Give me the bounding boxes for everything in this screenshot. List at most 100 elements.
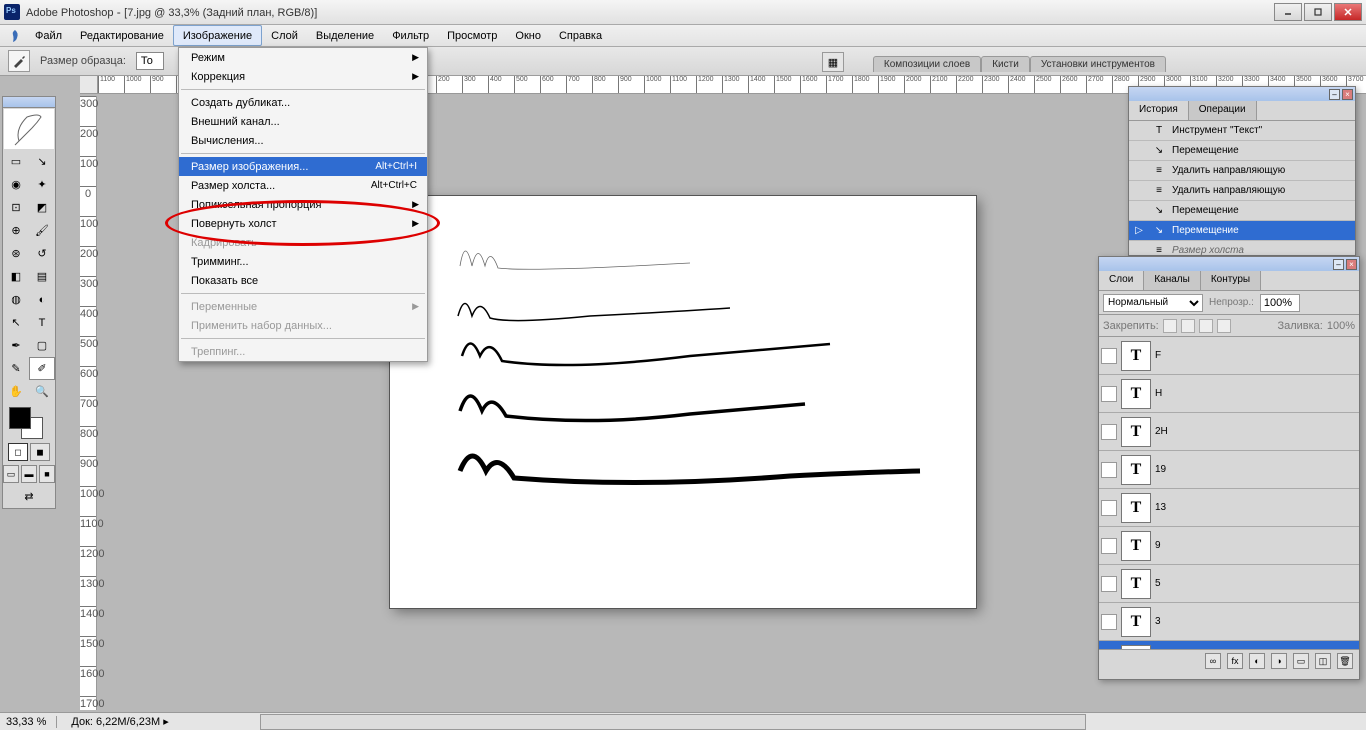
menu-фильтр[interactable]: Фильтр <box>383 25 438 46</box>
layer-mask-icon[interactable]: ◐ <box>1249 653 1265 669</box>
new-layer-icon[interactable]: ◫ <box>1315 653 1331 669</box>
tab-channels[interactable]: Каналы <box>1144 271 1201 290</box>
menu-item[interactable]: Вычисления... <box>179 131 427 150</box>
layer-thumbnail[interactable] <box>1121 645 1151 650</box>
quickmask-mode-icon[interactable]: ◼ <box>30 443 50 461</box>
photoshop-logo-icon[interactable] <box>4 25 26 47</box>
visibility-toggle-icon[interactable] <box>1101 500 1117 516</box>
lock-all-icon[interactable] <box>1217 319 1231 333</box>
tool-brush[interactable]: 🖌 <box>29 219 55 242</box>
tab-actions[interactable]: Операции <box>1189 101 1257 120</box>
tool-pen[interactable]: ✒ <box>3 334 29 357</box>
layer-thumbnail[interactable]: T <box>1121 341 1151 371</box>
layer-row[interactable]: TF <box>1099 337 1359 375</box>
menu-item[interactable]: Тримминг... <box>179 252 427 271</box>
tool-hand[interactable]: ✋ <box>3 380 29 403</box>
layer-row[interactable]: T2H <box>1099 413 1359 451</box>
history-row[interactable]: ↘Перемещение <box>1129 201 1355 221</box>
new-group-icon[interactable]: ▭ <box>1293 653 1309 669</box>
history-row[interactable]: ↘Перемещение <box>1129 141 1355 161</box>
tab-layer-comps[interactable]: Композиции слоев <box>873 56 981 72</box>
visibility-toggle-icon[interactable] <box>1101 348 1117 364</box>
layer-name[interactable]: 9 <box>1155 540 1357 551</box>
menu-файл[interactable]: Файл <box>26 25 71 46</box>
visibility-toggle-icon[interactable] <box>1101 386 1117 402</box>
layer-thumbnail[interactable]: T <box>1121 455 1151 485</box>
opacity-field[interactable]: 100% <box>1260 294 1300 312</box>
menu-выделение[interactable]: Выделение <box>307 25 383 46</box>
layer-thumbnail[interactable]: T <box>1121 493 1151 523</box>
menu-item[interactable]: Режим▶ <box>179 48 427 67</box>
tool-eyedropper[interactable]: ✐ <box>29 357 55 380</box>
tab-tool-presets[interactable]: Установки инструментов <box>1030 56 1166 72</box>
tool-lasso[interactable]: ◉ <box>3 173 29 196</box>
layer-style-icon[interactable]: fx <box>1227 653 1243 669</box>
tool-stamp[interactable]: ⊛ <box>3 242 29 265</box>
eyedropper-preview-icon[interactable] <box>8 50 30 72</box>
menu-item[interactable]: Внешний канал... <box>179 112 427 131</box>
menu-item[interactable]: Размер изображения...Alt+Ctrl+I <box>179 157 427 176</box>
panel-minimize-icon[interactable]: – <box>1333 259 1344 270</box>
menu-item[interactable]: Попиксельная пропорция▶ <box>179 195 427 214</box>
layer-name[interactable]: 3 <box>1155 616 1357 627</box>
tool-dodge[interactable]: ◐ <box>29 288 55 311</box>
layers-panel-head[interactable]: – × <box>1099 257 1359 271</box>
layer-name[interactable]: F <box>1155 350 1357 361</box>
tool-notes[interactable]: ✎ <box>3 357 29 380</box>
menu-item[interactable]: Создать дубликат... <box>179 93 427 112</box>
lock-position-icon[interactable] <box>1199 319 1213 333</box>
layer-thumbnail[interactable]: T <box>1121 607 1151 637</box>
menu-item[interactable]: Повернуть холст▶ <box>179 214 427 233</box>
link-layers-icon[interactable]: ∞ <box>1205 653 1221 669</box>
tab-layers[interactable]: Слои <box>1099 271 1144 290</box>
maximize-button[interactable] <box>1304 3 1332 21</box>
menu-item[interactable]: Коррекция▶ <box>179 67 427 86</box>
history-row[interactable]: ≡Удалить направляющую <box>1129 181 1355 201</box>
menu-справка[interactable]: Справка <box>550 25 611 46</box>
delete-layer-icon[interactable]: 🗑 <box>1337 653 1353 669</box>
visibility-toggle-icon[interactable] <box>1101 424 1117 440</box>
menu-окно[interactable]: Окно <box>506 25 550 46</box>
tool-healing[interactable]: ⊕ <box>3 219 29 242</box>
tool-marquee[interactable]: ▭ <box>3 150 29 173</box>
menu-item[interactable]: Размер холста...Alt+Ctrl+C <box>179 176 427 195</box>
layer-row[interactable]: T9 <box>1099 527 1359 565</box>
layer-name[interactable]: 2H <box>1155 426 1357 437</box>
tool-zoom[interactable]: 🔍 <box>29 380 55 403</box>
layer-row[interactable]: T 13 <box>1099 489 1359 527</box>
panel-close-icon[interactable]: × <box>1346 259 1357 270</box>
sample-size-combo[interactable]: То <box>136 52 164 70</box>
tool-shape[interactable]: ▢ <box>29 334 55 357</box>
menu-слой[interactable]: Слой <box>262 25 307 46</box>
menu-просмотр[interactable]: Просмотр <box>438 25 506 46</box>
tab-history[interactable]: История <box>1129 101 1189 120</box>
color-swatches[interactable] <box>3 403 55 441</box>
tool-type[interactable]: T <box>29 311 55 334</box>
layer-name[interactable]: 13 <box>1155 502 1357 513</box>
screen-full-icon[interactable]: ■ <box>39 465 55 483</box>
layer-thumbnail[interactable]: T <box>1121 379 1151 409</box>
tab-brushes[interactable]: Кисти <box>981 56 1030 72</box>
history-row[interactable]: ≡Удалить направляющую <box>1129 161 1355 181</box>
palette-well-icon[interactable]: ▦ <box>822 52 844 72</box>
lock-transparency-icon[interactable] <box>1163 319 1177 333</box>
toolbox-grip[interactable] <box>3 97 55 108</box>
visibility-toggle-icon[interactable] <box>1101 538 1117 554</box>
layer-thumbnail[interactable]: T <box>1121 569 1151 599</box>
visibility-toggle-icon[interactable] <box>1101 614 1117 630</box>
standard-mode-icon[interactable]: ◻ <box>8 443 28 461</box>
tool-history-brush[interactable]: ↺ <box>29 242 55 265</box>
tool-move[interactable]: ↘ <box>29 150 55 173</box>
fg-color-swatch[interactable] <box>9 407 31 429</box>
tab-paths[interactable]: Контуры <box>1201 271 1261 290</box>
tool-gradient[interactable]: ▤ <box>29 265 55 288</box>
menu-редактирование[interactable]: Редактирование <box>71 25 173 46</box>
tool-crop[interactable]: ⊡ <box>3 196 29 219</box>
layer-name[interactable]: 19 <box>1155 464 1357 475</box>
menu-item[interactable]: Показать все <box>179 271 427 290</box>
zoom-level[interactable]: 33,33 % <box>6 716 57 728</box>
screen-standard-icon[interactable]: ▭ <box>3 465 19 483</box>
blend-mode-select[interactable]: Нормальный <box>1103 294 1203 312</box>
horizontal-scrollbar[interactable] <box>260 714 1086 730</box>
tool-wand[interactable]: ✦ <box>29 173 55 196</box>
